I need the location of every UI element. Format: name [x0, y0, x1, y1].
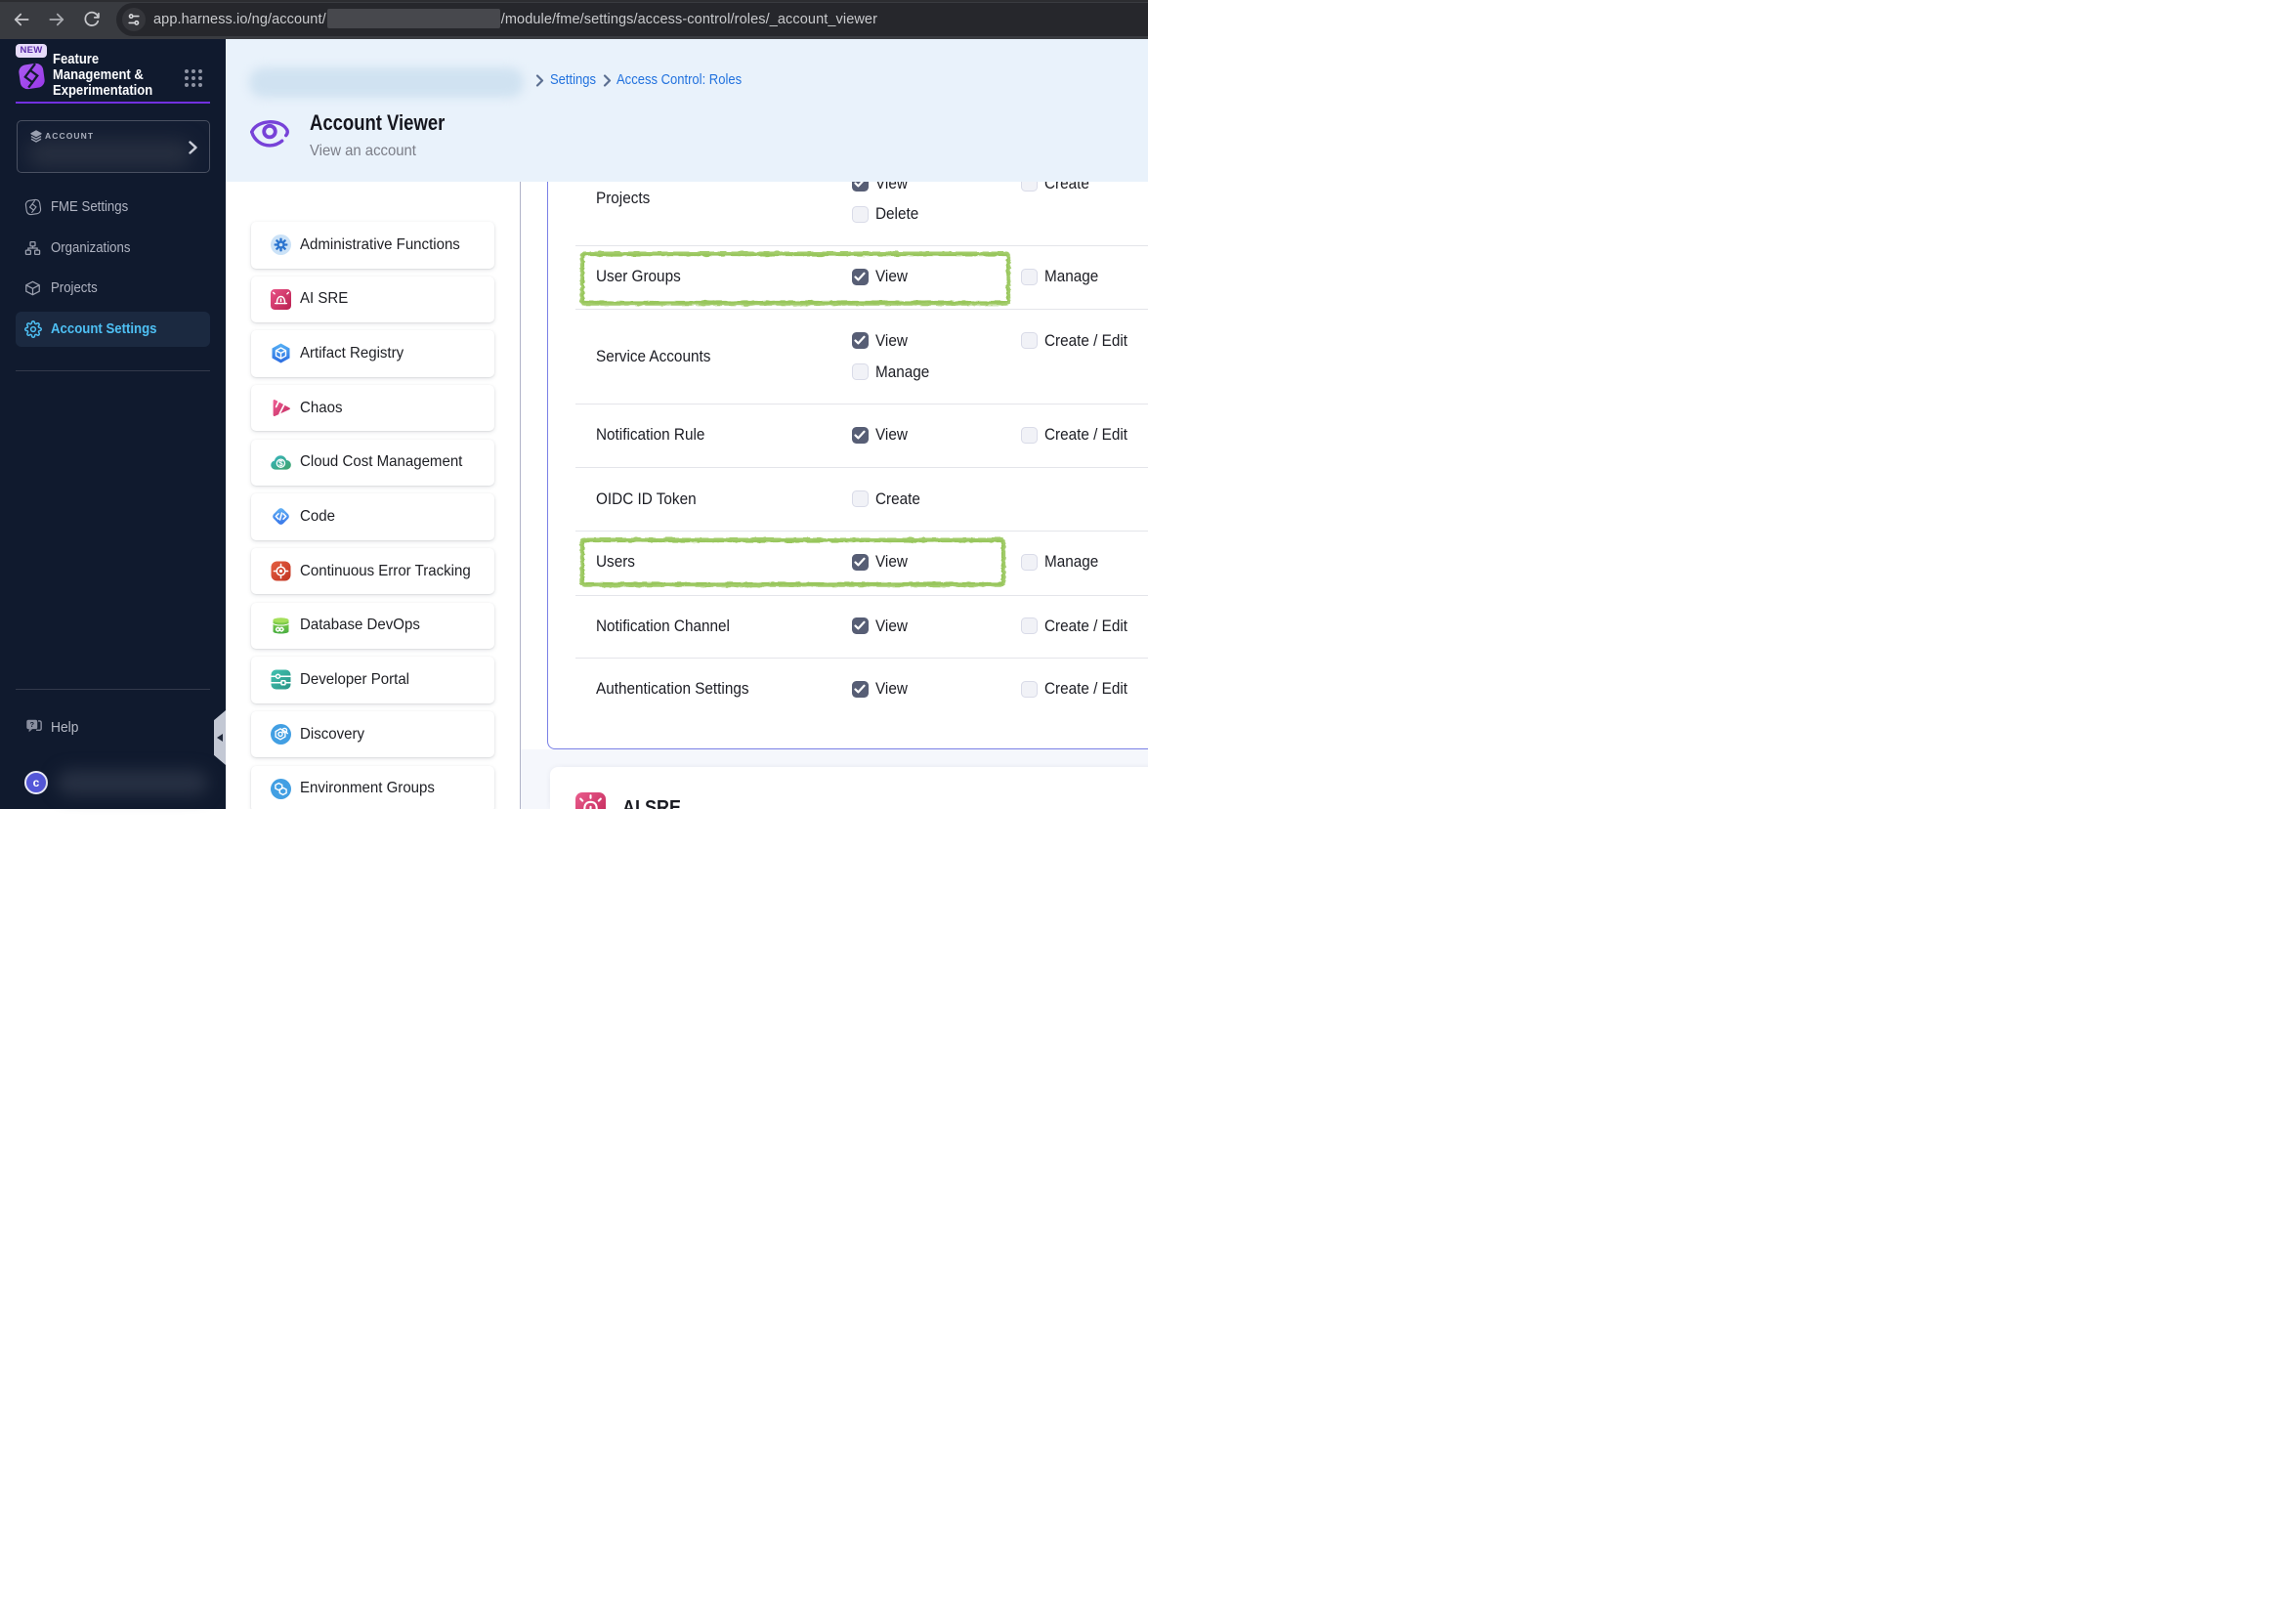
svg-text:$: $	[278, 459, 283, 468]
svg-text:?: ?	[29, 720, 34, 729]
